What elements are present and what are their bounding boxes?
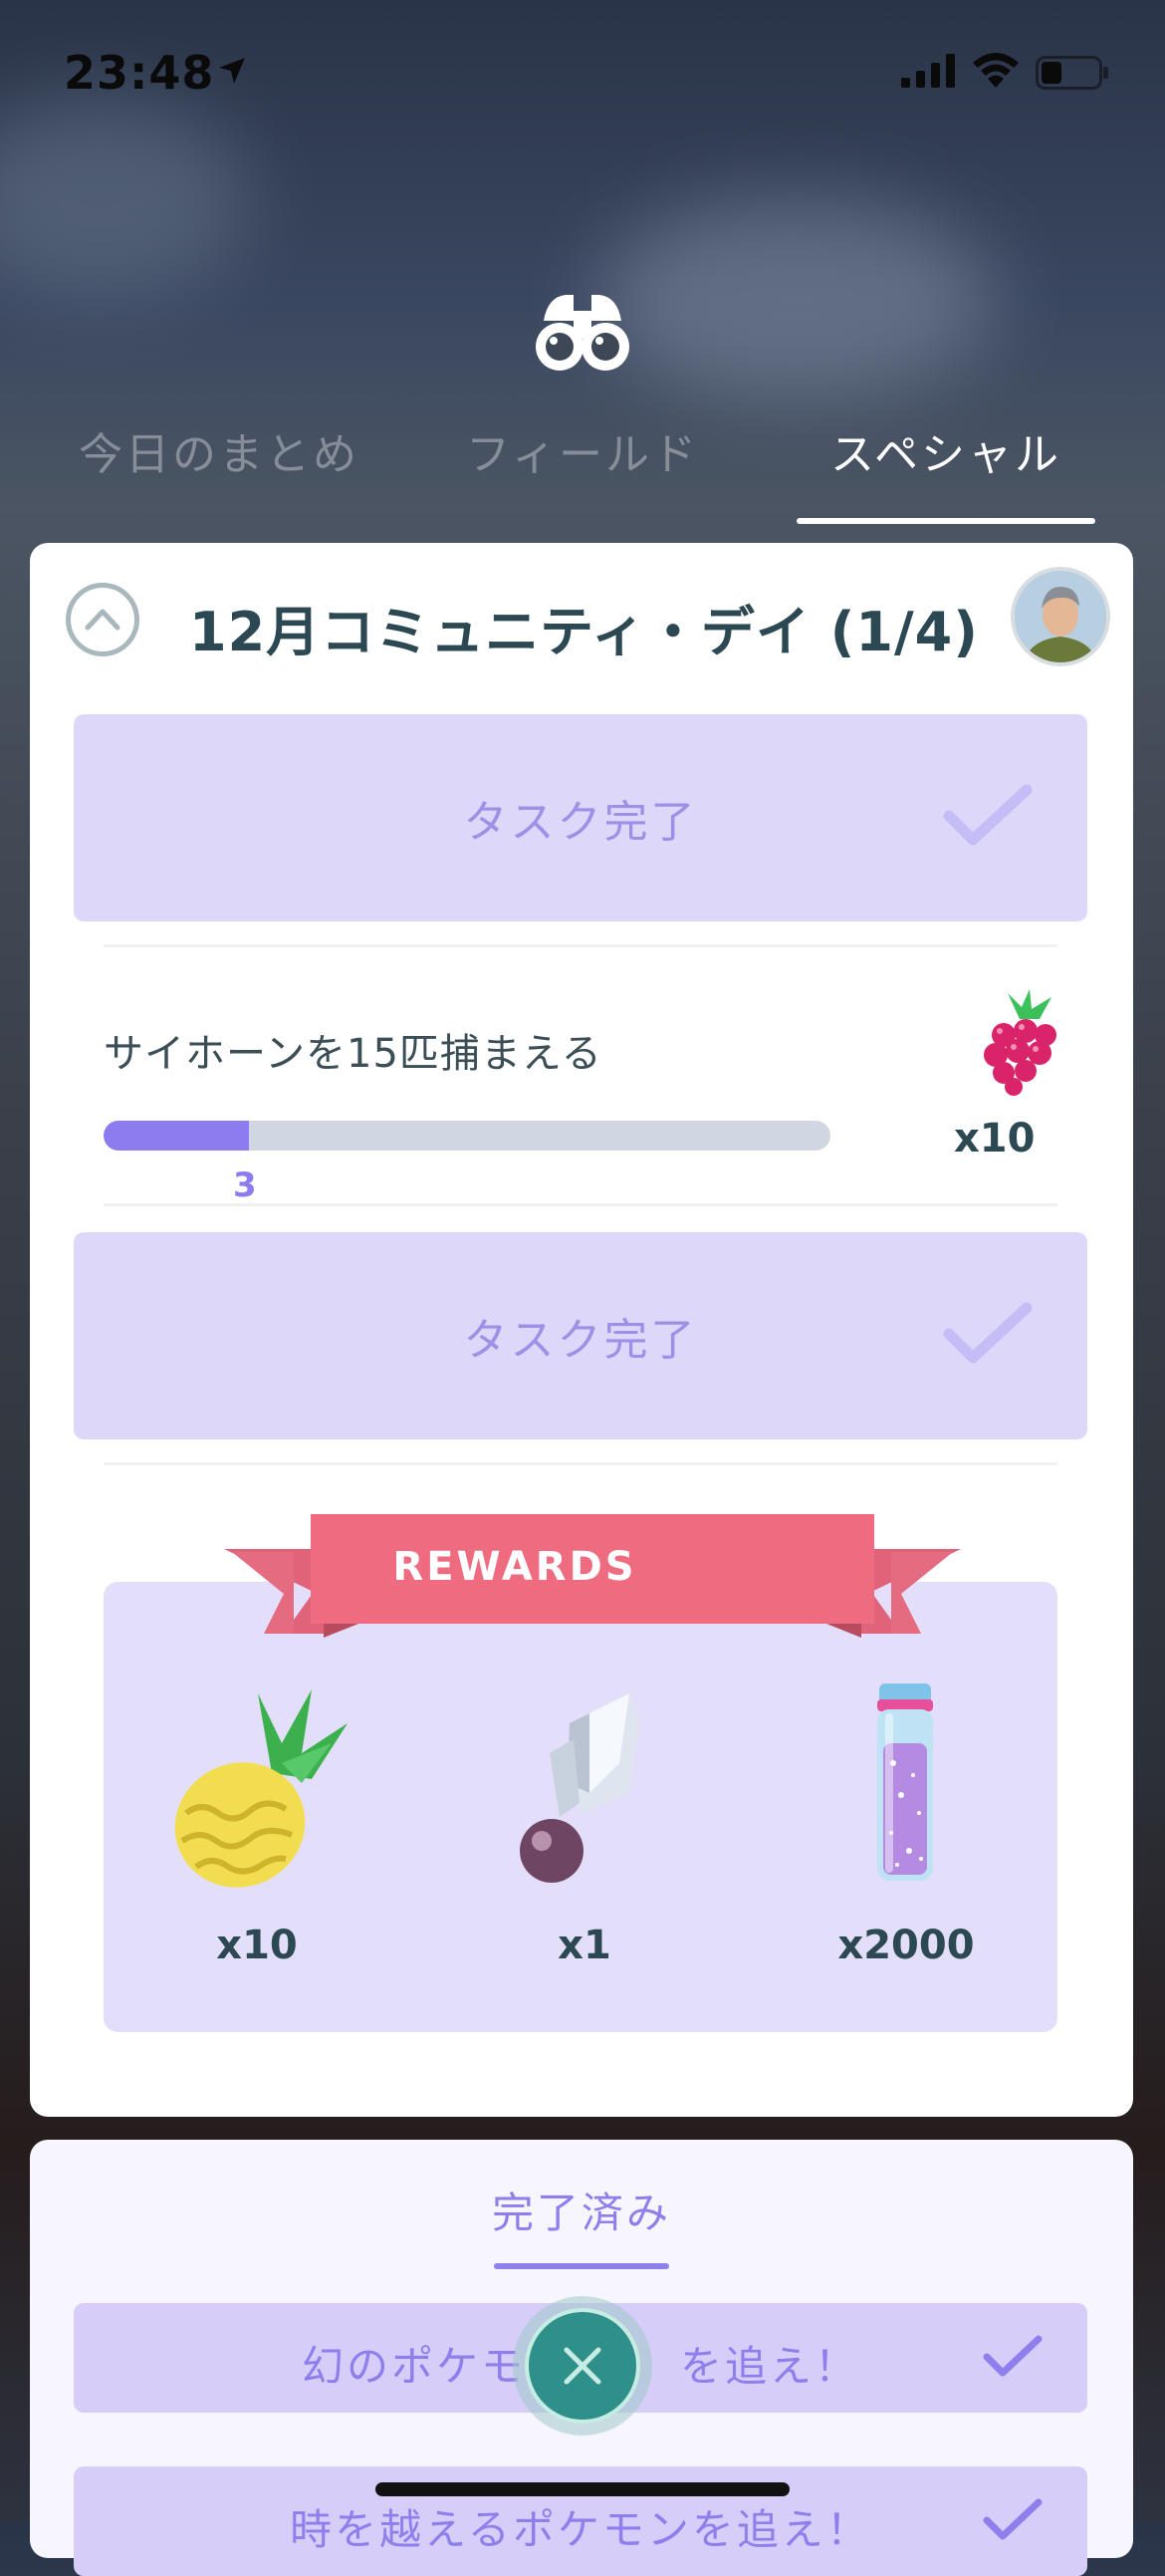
completed-task[interactable]: タスク完了 — [74, 714, 1087, 921]
reward-item[interactable]: x10 — [127, 1683, 386, 1968]
reward-quantity: x10 — [216, 1923, 298, 1968]
divider — [104, 1462, 1057, 1465]
chevron-up-icon — [85, 609, 120, 631]
rewards-banner-label: REWARDS — [392, 1544, 637, 1590]
task-description: サイホーンを15匹捕まえる — [104, 1031, 602, 1077]
special-research-card: 12月コミュニティ・デイ (1/4) タスク完了 サイホーンを15匹捕まえる 3 — [30, 543, 1133, 2117]
tab-field[interactable]: フィールド — [458, 418, 707, 482]
wifi-icon — [973, 53, 1019, 88]
completed-item-label: 時を越えるポケモンを追え！ — [290, 2505, 871, 2554]
location-arrow-icon — [219, 58, 245, 84]
background-cloud — [597, 199, 996, 398]
check-icon — [943, 1302, 1033, 1364]
tab-today[interactable]: 今日のまとめ — [70, 418, 368, 482]
reward-item[interactable]: x1 — [455, 1683, 714, 1968]
check-icon — [983, 2498, 1043, 2540]
tab-completed[interactable]: 完了済み — [30, 2180, 1133, 2240]
cellular-signal-icon — [901, 54, 955, 88]
sinnoh-stone-icon — [520, 1693, 639, 1883]
divider — [104, 1203, 1057, 1206]
research-tabs: 今日のまとめ フィールド スペシャル — [0, 418, 1165, 528]
home-indicator[interactable] — [375, 2482, 790, 2496]
professor-willow-portrait — [1015, 571, 1106, 662]
check-icon — [943, 784, 1033, 846]
battery-icon — [1036, 56, 1108, 90]
reward-quantity: x2000 — [837, 1923, 975, 1968]
task-progress-bar — [104, 1121, 830, 1151]
task-progress-fill — [104, 1121, 249, 1151]
task-reward-quantity: x10 — [954, 1116, 1036, 1161]
completed-item-label-part: を追え！ — [680, 2342, 860, 2391]
close-button[interactable] — [513, 2296, 652, 2436]
professor-avatar[interactable] — [1011, 567, 1110, 666]
active-tab-indicator — [797, 518, 1095, 524]
tab-special[interactable]: スペシャル — [797, 418, 1095, 482]
reward-item[interactable]: x2000 — [777, 1683, 1036, 1968]
research-title: 12月コミュニティ・デイ (1/4) — [189, 601, 979, 663]
task-progress-value: 3 — [233, 1165, 257, 1205]
status-bar: 23:48 — [0, 0, 1165, 139]
golden-pinap-berry-icon — [174, 1689, 348, 1888]
status-time: 23:48 — [64, 46, 215, 100]
reward-quantity: x1 — [558, 1923, 611, 1968]
collapse-button[interactable] — [66, 583, 139, 656]
razz-berry-icon — [984, 989, 1056, 1096]
close-icon — [564, 2347, 601, 2385]
task-done-label: タスク完了 — [463, 1315, 698, 1366]
task-done-label: タスク完了 — [463, 797, 698, 848]
stardust-icon — [877, 1683, 933, 1881]
divider — [104, 944, 1057, 947]
completed-tab-indicator — [494, 2263, 669, 2269]
binoculars-icon — [536, 295, 629, 371]
check-icon — [983, 2335, 1043, 2377]
completed-task[interactable]: タスク完了 — [74, 1232, 1087, 1439]
active-task[interactable]: サイホーンを15匹捕まえる 3 x10 — [104, 989, 1059, 1205]
